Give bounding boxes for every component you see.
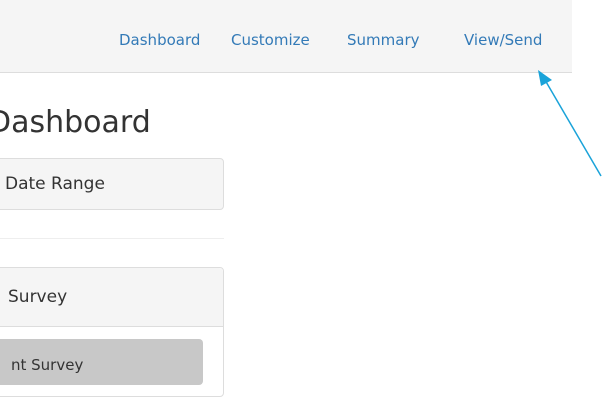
survey-panel-header[interactable]: Survey — [0, 268, 223, 327]
date-range-panel[interactable]: Date Range — [0, 158, 224, 210]
survey-list-item[interactable]: nt Survey — [0, 339, 203, 385]
nav-link-customize[interactable]: Customize — [231, 31, 310, 49]
page-title: Dashboard — [0, 105, 151, 140]
date-range-label: Date Range — [5, 174, 105, 194]
nav-link-dashboard[interactable]: Dashboard — [119, 31, 200, 49]
section-divider — [0, 238, 224, 239]
nav-link-view-send[interactable]: View/Send — [464, 31, 542, 49]
survey-list-item-label: nt Survey — [11, 356, 84, 374]
survey-panel-label: Survey — [8, 287, 68, 307]
arrow-pointer-icon — [544, 79, 602, 177]
top-navbar: Dashboard Customize Summary View/Send — [0, 0, 572, 73]
nav-link-summary[interactable]: Summary — [347, 31, 420, 49]
